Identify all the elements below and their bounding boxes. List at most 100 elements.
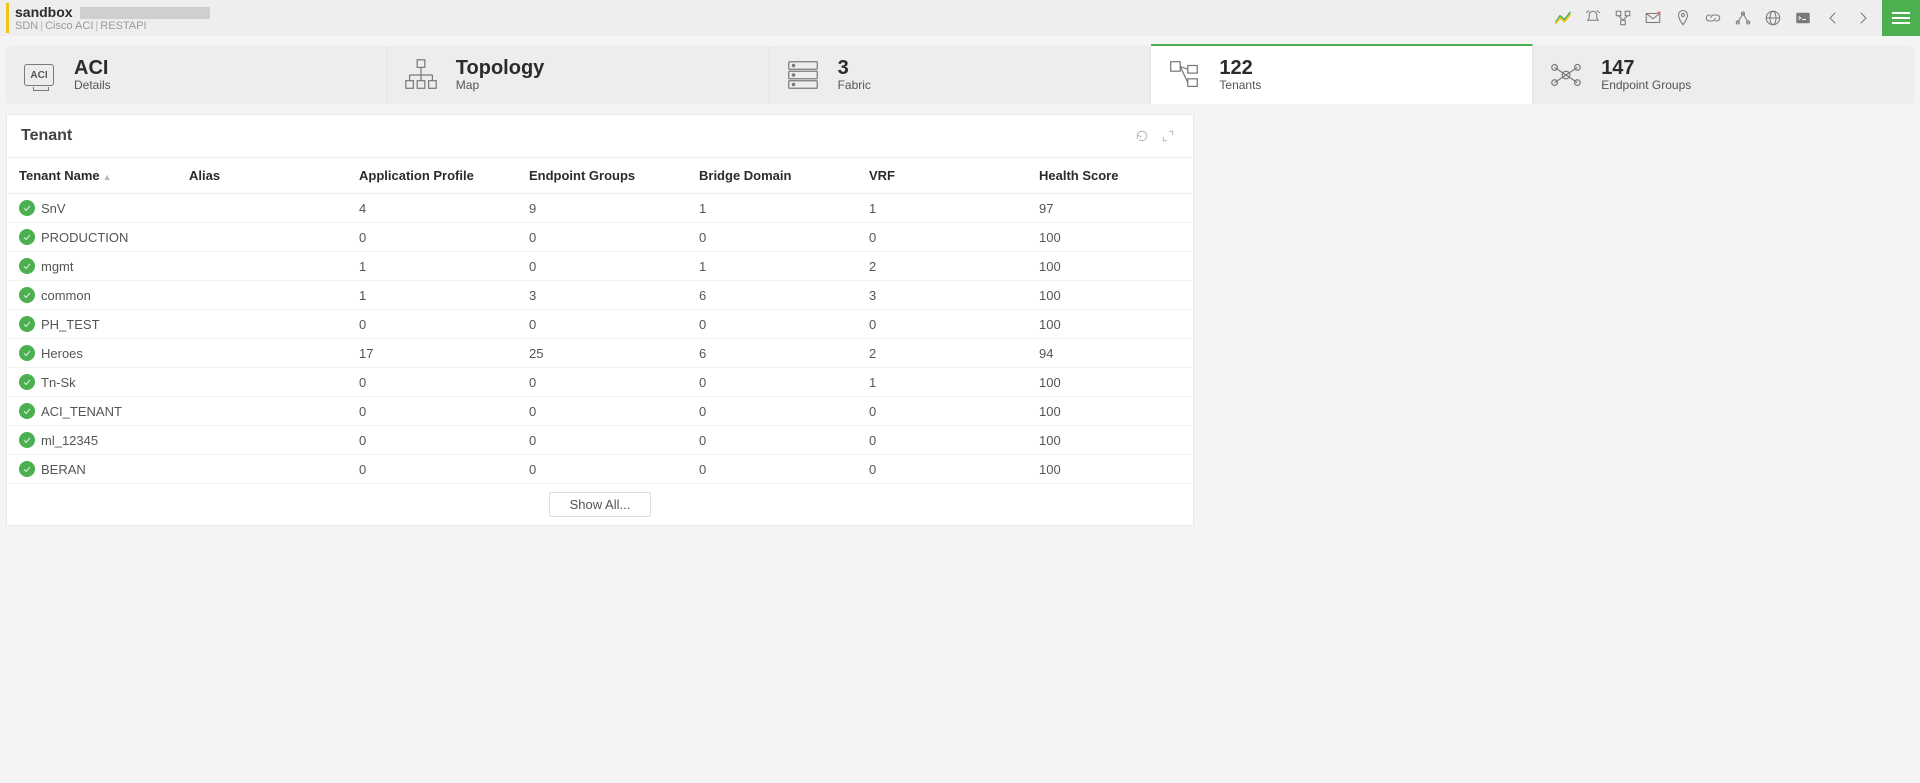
tile-value: ACI: [74, 58, 111, 78]
cell-vrf: 1: [857, 368, 1027, 397]
cell-health: 100: [1027, 281, 1193, 310]
cell-alias: [177, 426, 347, 455]
cell-health: 100: [1027, 252, 1193, 281]
terminal-icon[interactable]: [1788, 0, 1818, 36]
topbar-actions: [1548, 0, 1920, 36]
cell-epg: 0: [517, 426, 687, 455]
col-app-profile[interactable]: Application Profile: [347, 158, 517, 194]
cell-health: 100: [1027, 397, 1193, 426]
network-icon[interactable]: [1608, 0, 1638, 36]
brand-marker: [6, 3, 9, 33]
cell-vrf: 0: [857, 397, 1027, 426]
cell-epg: 0: [517, 223, 687, 252]
cell-epg: 3: [517, 281, 687, 310]
status-ok-icon: [19, 229, 35, 245]
brand-extra: [80, 7, 210, 19]
tile-value: 122: [1219, 58, 1261, 78]
cell-health: 100: [1027, 426, 1193, 455]
cell-epg: 0: [517, 310, 687, 339]
cell-health: 100: [1027, 455, 1193, 484]
tile-fabric[interactable]: 3Fabric: [770, 46, 1152, 104]
panel-title: Tenant: [21, 127, 72, 145]
tenant-name: mgmt: [41, 259, 74, 274]
menu-button[interactable]: [1882, 0, 1920, 36]
alert-icon[interactable]: [1578, 0, 1608, 36]
status-ok-icon: [19, 403, 35, 419]
table-row[interactable]: common1363100: [7, 281, 1193, 310]
col-bridge-domain[interactable]: Bridge Domain: [687, 158, 857, 194]
tenants-icon: [1165, 56, 1203, 94]
cell-vrf: 0: [857, 426, 1027, 455]
tile-label: Tenants: [1219, 78, 1261, 92]
table-row[interactable]: ml_123450000100: [7, 426, 1193, 455]
table-row[interactable]: mgmt1012100: [7, 252, 1193, 281]
col-vrf[interactable]: VRF: [857, 158, 1027, 194]
tenant-panel: Tenant Tenant Name▲ Alias Application Pr…: [6, 114, 1194, 526]
cell-epg: 0: [517, 368, 687, 397]
cell-bd: 0: [687, 223, 857, 252]
chart-icon[interactable]: [1548, 0, 1578, 36]
table-row[interactable]: BERAN0000100: [7, 455, 1193, 484]
cell-app-profile: 0: [347, 223, 517, 252]
crumb-sdn[interactable]: SDN: [15, 20, 38, 32]
table-row[interactable]: Tn-Sk0001100: [7, 368, 1193, 397]
cell-health: 100: [1027, 223, 1193, 252]
show-all-button[interactable]: Show All...: [549, 492, 652, 517]
cell-alias: [177, 368, 347, 397]
table-row[interactable]: ACI_TENANT0000100: [7, 397, 1193, 426]
table-row[interactable]: PH_TEST0000100: [7, 310, 1193, 339]
cell-health: 94: [1027, 339, 1193, 368]
table-row[interactable]: SnV491197: [7, 194, 1193, 223]
col-alias[interactable]: Alias: [177, 158, 347, 194]
crumb-cisco-aci[interactable]: Cisco ACI: [45, 20, 93, 32]
cell-health: 97: [1027, 194, 1193, 223]
col-health-score[interactable]: Health Score: [1027, 158, 1193, 194]
cell-app-profile: 0: [347, 310, 517, 339]
refresh-icon[interactable]: [1131, 125, 1153, 147]
tile-endpoint-groups[interactable]: 147Endpoint Groups: [1533, 46, 1914, 104]
crumb-restapi[interactable]: RESTAPI: [100, 20, 146, 32]
tenant-table: Tenant Name▲ Alias Application Profile E…: [7, 158, 1193, 525]
aci-icon: ACI: [20, 56, 58, 94]
brand: sandbox SDN|Cisco ACI|RESTAPI: [0, 3, 210, 33]
tenant-name: Tn-Sk: [41, 375, 76, 390]
cell-alias: [177, 397, 347, 426]
status-ok-icon: [19, 374, 35, 390]
expand-icon[interactable]: [1157, 125, 1179, 147]
status-ok-icon: [19, 345, 35, 361]
tile-aci-details[interactable]: ACI ACIDetails: [6, 46, 388, 104]
col-tenant-name[interactable]: Tenant Name▲: [7, 158, 177, 194]
tile-tenants[interactable]: 122Tenants: [1151, 44, 1533, 104]
status-ok-icon: [19, 432, 35, 448]
status-ok-icon: [19, 461, 35, 477]
topbar: sandbox SDN|Cisco ACI|RESTAPI: [0, 0, 1920, 36]
cell-app-profile: 1: [347, 281, 517, 310]
cell-app-profile: 0: [347, 397, 517, 426]
tile-label: Endpoint Groups: [1601, 78, 1691, 92]
tile-topology[interactable]: TopologyMap: [388, 46, 770, 104]
cell-bd: 0: [687, 426, 857, 455]
table-row[interactable]: Heroes17256294: [7, 339, 1193, 368]
cell-app-profile: 0: [347, 426, 517, 455]
cell-vrf: 2: [857, 252, 1027, 281]
cell-epg: 0: [517, 455, 687, 484]
graph-nodes-icon[interactable]: [1728, 0, 1758, 36]
cell-epg: 9: [517, 194, 687, 223]
node-title-text: sandbox: [15, 4, 73, 20]
nav-next-icon[interactable]: [1848, 0, 1878, 36]
mail-icon[interactable]: [1638, 0, 1668, 36]
cell-vrf: 0: [857, 310, 1027, 339]
link-icon[interactable]: [1698, 0, 1728, 36]
col-endpoint-groups[interactable]: Endpoint Groups: [517, 158, 687, 194]
globe-icon[interactable]: [1758, 0, 1788, 36]
breadcrumb: SDN|Cisco ACI|RESTAPI: [15, 20, 210, 32]
pin-icon[interactable]: [1668, 0, 1698, 36]
cell-bd: 1: [687, 194, 857, 223]
table-row[interactable]: PRODUCTION0000100: [7, 223, 1193, 252]
cell-vrf: 0: [857, 455, 1027, 484]
tenant-name: Heroes: [41, 346, 83, 361]
cell-alias: [177, 310, 347, 339]
nav-prev-icon[interactable]: [1818, 0, 1848, 36]
cell-app-profile: 17: [347, 339, 517, 368]
cell-bd: 0: [687, 368, 857, 397]
